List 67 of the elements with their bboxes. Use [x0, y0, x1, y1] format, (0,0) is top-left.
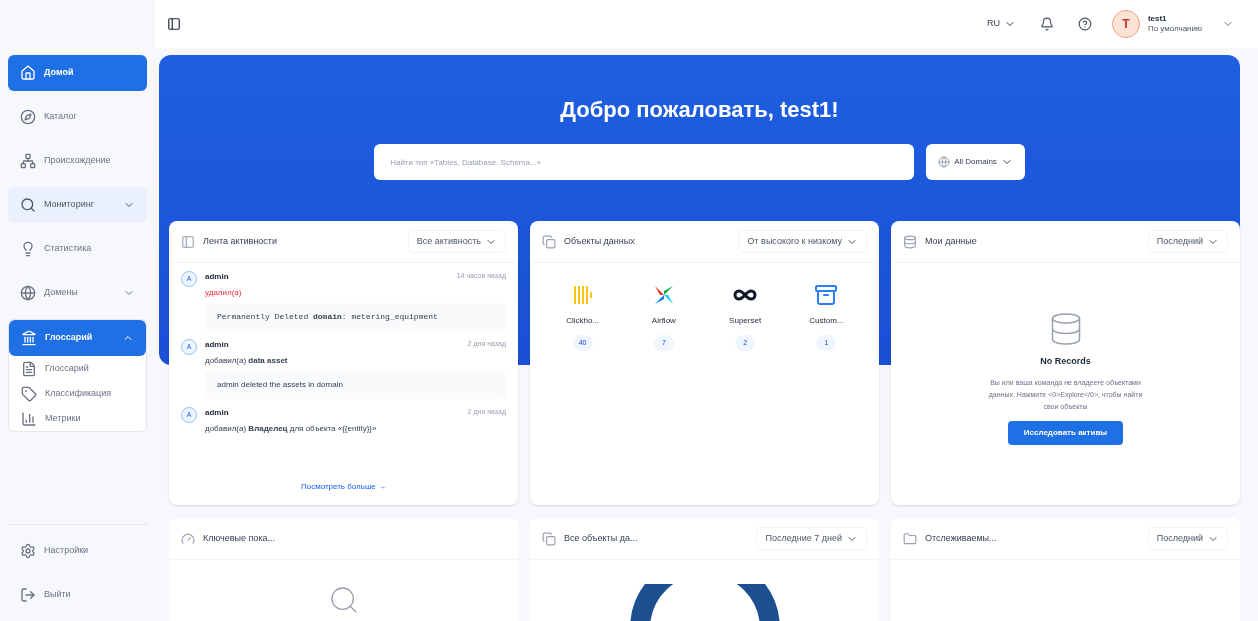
user-role: По умолчанию	[1147, 24, 1202, 34]
activity-user: admin	[205, 271, 230, 283]
search-field[interactable]: Найти тип «Tables, Database, Schema...»	[374, 144, 915, 180]
bar-chart-icon	[21, 410, 37, 427]
document-icon	[21, 360, 37, 377]
globe-icon	[938, 156, 951, 168]
welcome-title: Добро пожаловать, test1!	[560, 96, 839, 124]
activity-action: добавил(а) data asset	[205, 355, 289, 367]
sidebar-item[interactable]: Каталог	[8, 99, 147, 135]
avatar[interactable]: T	[1111, 10, 1140, 38]
bell-icon[interactable]	[1039, 17, 1054, 31]
card-title: Отслеживаемы...	[925, 531, 998, 545]
domains-dropdown[interactable]: All Domains	[926, 144, 1025, 180]
sidebar-subitem[interactable]: Глоссарий	[9, 356, 146, 381]
sidebar-toggle-icon[interactable]	[167, 17, 181, 31]
sidebar-item[interactable]: Домой	[8, 55, 147, 91]
globe-icon	[20, 285, 36, 301]
activity-detail: admin deleted the assets in domain	[205, 371, 506, 399]
asset-name[interactable]: Airflow	[651, 315, 676, 327]
sidebar-item[interactable]: Глоссарий	[9, 320, 146, 356]
card-title: Все объекты да...	[564, 531, 639, 545]
language-dropdown[interactable]: RU	[986, 17, 1016, 31]
activity-user: admin	[205, 407, 230, 419]
sidebar-item[interactable]: Происхождение	[8, 143, 147, 179]
see-more-link[interactable]: Посмотреть больше →	[169, 469, 518, 505]
sidebar-subitem[interactable]: Классификация	[9, 381, 146, 406]
gauge-icon	[181, 531, 195, 546]
sidebar-item[interactable]: Настройки	[8, 533, 147, 569]
sidebar-item[interactable]: Выйти	[8, 577, 147, 613]
filter-dropdown[interactable]: От высокого к низкому	[738, 229, 867, 254]
folder-icon	[903, 531, 917, 546]
archive-icon	[814, 283, 839, 307]
card-title: Мои данные	[925, 234, 978, 248]
sidebar-subitem[interactable]: Метрики	[9, 406, 146, 431]
sidebar-item[interactable]: Домены	[8, 275, 147, 311]
tag-icon	[21, 385, 37, 402]
card-title: Объекты данных	[564, 234, 636, 248]
filter-dropdown[interactable]: Последний	[1147, 526, 1228, 551]
filter-dropdown[interactable]: Последний	[1147, 229, 1228, 254]
copy-icon	[542, 531, 556, 546]
filter-dropdown[interactable]: Последние 7 дней	[756, 526, 867, 551]
asset-name[interactable]: Superset	[729, 315, 762, 327]
activity-user: admin	[205, 339, 230, 351]
bank-icon	[21, 330, 37, 346]
empty-title: No Records	[1040, 355, 1091, 368]
card-title: Лента активности	[203, 234, 278, 248]
filter-dropdown[interactable]: Все активность	[407, 229, 506, 254]
activity-detail: Permanently Deleted domain: metering_equipment	[205, 303, 506, 331]
network-icon	[20, 153, 36, 169]
user-name: test1	[1147, 14, 1168, 24]
explore-button[interactable]: Исследовать активы	[1007, 420, 1124, 445]
activity-action: добавил(а) Владелец для объекта «{{entity}}»	[205, 423, 378, 435]
sidebar-item[interactable]: Статистика	[8, 231, 147, 267]
logout-icon	[20, 587, 36, 603]
search-icon	[20, 197, 36, 213]
compass-icon	[20, 109, 36, 125]
help-icon[interactable]	[1077, 17, 1092, 31]
copy-icon	[542, 234, 556, 249]
activity-action: удалил(а)	[205, 287, 243, 299]
asset-name[interactable]: Custom...	[809, 315, 844, 327]
settings-icon	[20, 543, 36, 559]
asset-name[interactable]: Clickho...	[566, 315, 600, 327]
lightbulb-icon	[20, 241, 36, 257]
card-title: Ключевые пока...	[203, 531, 277, 545]
database-icon	[903, 234, 917, 249]
home-icon	[20, 65, 36, 81]
sidebar-item[interactable]: Мониторинг	[8, 187, 147, 223]
